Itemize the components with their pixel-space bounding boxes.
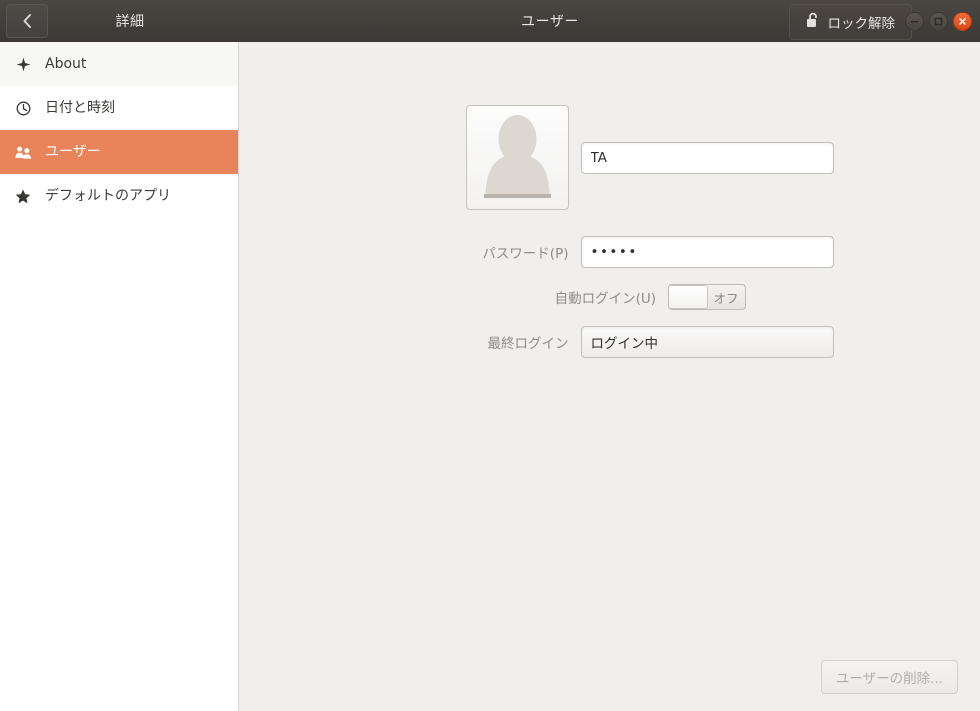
settings-window: 詳細 ユーザー ロック解除 About 日付と時刻 ユーザー デフォルトのアプリ… <box>0 0 980 711</box>
password-label: パスワード(P) <box>482 246 569 262</box>
sidebar-item-date-time[interactable]: 日付と時刻 <box>0 86 238 130</box>
chevron-left-icon <box>21 13 34 29</box>
minimize-button[interactable] <box>905 11 924 31</box>
maximize-icon <box>934 17 943 25</box>
last-login-value <box>580 326 834 358</box>
avatar-name-row <box>386 105 834 210</box>
sidebar: About 日付と時刻 ユーザー デフォルトのアプリ <box>0 42 239 711</box>
unlock-label: ロック解除 <box>827 16 896 32</box>
close-button[interactable] <box>953 11 972 31</box>
titlebar-right-panel: ユーザー ロック解除 <box>240 0 980 42</box>
sidebar-item-users[interactable]: ユーザー <box>0 130 238 174</box>
sidebar-item-about[interactable]: About <box>0 42 238 86</box>
unlock-button[interactable]: ロック解除 <box>788 4 912 40</box>
toggle-state-label: オフ <box>713 290 739 306</box>
sidebar-item-label: About <box>45 56 87 72</box>
auto-login-row: 自動ログイン(U) オフ <box>473 284 746 310</box>
star-icon <box>13 189 33 204</box>
last-login-label: 最終ログイン <box>487 336 569 352</box>
open-padlock-icon <box>806 12 820 33</box>
window-controls <box>905 0 972 42</box>
password-input[interactable] <box>580 236 834 268</box>
toggle-knob <box>669 285 708 309</box>
users-icon <box>13 145 33 160</box>
clock-icon <box>13 101 33 116</box>
window-body: About 日付と時刻 ユーザー デフォルトのアプリ TA パスワード(P) •… <box>0 42 980 711</box>
sidebar-item-label: ユーザー <box>45 144 101 160</box>
sidebar-item-label: デフォルトのアプリ <box>45 188 171 204</box>
delete-user-button[interactable]: ユーザーの削除... <box>820 660 958 694</box>
back-button[interactable] <box>6 4 48 38</box>
user-name-input[interactable] <box>580 141 834 174</box>
auto-login-toggle[interactable]: オフ <box>668 284 746 310</box>
close-icon <box>959 17 966 25</box>
minimize-icon <box>911 20 918 23</box>
maximize-button[interactable] <box>929 11 948 31</box>
auto-login-label: 自動ログイン(U) <box>554 291 656 307</box>
password-row: パスワード(P) <box>386 236 834 268</box>
sparkle-icon <box>13 57 33 72</box>
last-login-row: 最終ログイン <box>386 326 834 358</box>
user-avatar-placeholder <box>467 106 568 209</box>
sidebar-item-label: 日付と時刻 <box>45 100 115 116</box>
user-form: パスワード(P) 自動ログイン(U) オフ 最終ログイン <box>239 105 980 358</box>
sidebar-item-default-apps[interactable]: デフォルトのアプリ <box>0 174 238 218</box>
main-panel: パスワード(P) 自動ログイン(U) オフ 最終ログイン ユー <box>239 42 980 711</box>
avatar[interactable] <box>465 105 569 210</box>
titlebar: 詳細 ユーザー ロック解除 <box>0 0 980 42</box>
avatar-slot <box>386 105 581 210</box>
